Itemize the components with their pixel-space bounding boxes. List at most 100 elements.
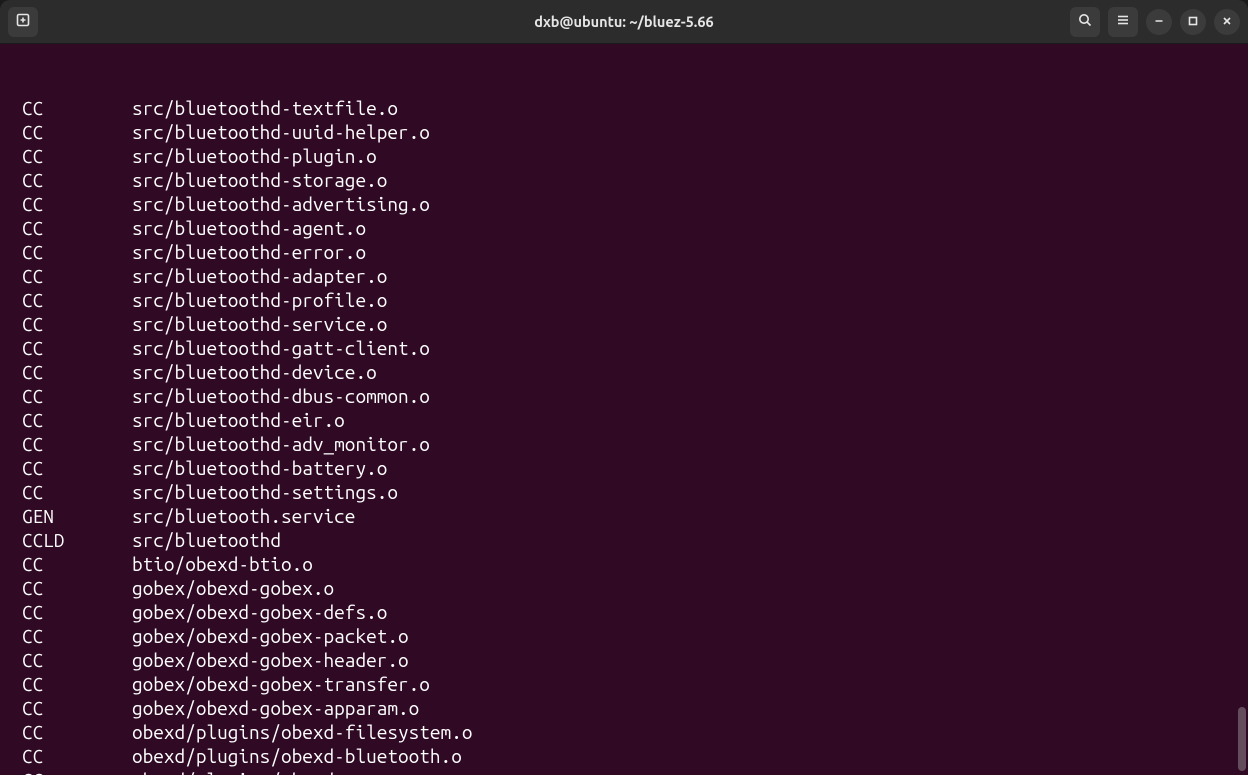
output-line: CCgobex/obexd-gobex-header.o	[22, 648, 1240, 672]
compile-label: CC	[22, 288, 132, 312]
output-line: CCsrc/bluetoothd-uuid-helper.o	[22, 120, 1240, 144]
compile-path: src/bluetoothd-adapter.o	[132, 265, 387, 287]
compile-label: CC	[22, 456, 132, 480]
new-tab-icon	[15, 12, 31, 32]
output-line: GENsrc/bluetooth.service	[22, 504, 1240, 528]
compile-label: CC	[22, 384, 132, 408]
compile-label: CC	[22, 480, 132, 504]
output-line: CCobexd/plugins/obexd-bluetooth.o	[22, 744, 1240, 768]
new-tab-button[interactable]	[8, 7, 38, 37]
output-line: CCsrc/bluetoothd-device.o	[22, 360, 1240, 384]
compile-path: gobex/obexd-gobex-header.o	[132, 649, 409, 671]
compile-label: CC	[22, 144, 132, 168]
compile-path: gobex/obexd-gobex-apparam.o	[132, 697, 419, 719]
output-line: CCsrc/bluetoothd-eir.o	[22, 408, 1240, 432]
compile-label: CC	[22, 336, 132, 360]
output-line: CCsrc/bluetoothd-dbus-common.o	[22, 384, 1240, 408]
compile-path: gobex/obexd-gobex-defs.o	[132, 601, 387, 623]
compile-path: src/bluetoothd-battery.o	[132, 457, 387, 479]
compile-label: CC	[22, 96, 132, 120]
compile-label: CC	[22, 552, 132, 576]
output-line: CCsrc/bluetoothd-plugin.o	[22, 144, 1240, 168]
output-line: CCsrc/bluetoothd-adv_monitor.o	[22, 432, 1240, 456]
compile-label: CC	[22, 240, 132, 264]
compile-path: src/bluetoothd-advertising.o	[132, 193, 430, 215]
compile-path: src/bluetoothd-settings.o	[132, 481, 398, 503]
compile-label: CC	[22, 672, 132, 696]
output-line: CCgobex/obexd-gobex-packet.o	[22, 624, 1240, 648]
output-line: CCsrc/bluetoothd-gatt-client.o	[22, 336, 1240, 360]
compile-path: obexd/plugins/obexd-bluetooth.o	[132, 745, 462, 767]
minimize-icon	[1153, 13, 1165, 31]
output-line: CCsrc/bluetoothd-battery.o	[22, 456, 1240, 480]
menu-button[interactable]	[1108, 7, 1138, 37]
compile-path: src/bluetoothd-dbus-common.o	[132, 385, 430, 407]
compile-path: src/bluetoothd-eir.o	[132, 409, 345, 431]
compile-path: src/bluetoothd-plugin.o	[132, 145, 377, 167]
compile-path: obexd/plugins/obexd-opp.o	[132, 769, 398, 775]
output-line: CCgobex/obexd-gobex-transfer.o	[22, 672, 1240, 696]
compile-label: CC	[22, 216, 132, 240]
compile-label: CC	[22, 312, 132, 336]
compile-label: CC	[22, 576, 132, 600]
maximize-button[interactable]	[1180, 9, 1206, 35]
compile-label: CC	[22, 432, 132, 456]
compile-label: CCLD	[22, 528, 132, 552]
minimize-button[interactable]	[1146, 9, 1172, 35]
window-title: dxb@ubuntu: ~/bluez-5.66	[0, 13, 1248, 30]
compile-label: CC	[22, 720, 132, 744]
compile-label: CC	[22, 696, 132, 720]
output-line: CCobexd/plugins/obexd-opp.o	[22, 768, 1240, 775]
hamburger-icon	[1115, 12, 1131, 32]
titlebar: dxb@ubuntu: ~/bluez-5.66	[0, 0, 1248, 44]
compile-label: CC	[22, 600, 132, 624]
compile-path: src/bluetoothd-device.o	[132, 361, 377, 383]
scrollbar-thumb[interactable]	[1238, 707, 1246, 771]
compile-path: src/bluetoothd-adv_monitor.o	[132, 433, 430, 455]
terminal-window: dxb@ubuntu: ~/bluez-5.66	[0, 0, 1248, 775]
maximize-icon	[1187, 13, 1199, 31]
compile-label: CC	[22, 120, 132, 144]
compile-label: CC	[22, 192, 132, 216]
compile-path: src/bluetoothd	[132, 529, 281, 551]
compile-path: src/bluetoothd-error.o	[132, 241, 366, 263]
compile-path: btio/obexd-btio.o	[132, 553, 313, 575]
output-line: CCsrc/bluetoothd-storage.o	[22, 168, 1240, 192]
close-button[interactable]	[1214, 9, 1240, 35]
compile-path: gobex/obexd-gobex.o	[132, 577, 334, 599]
output-line: CCsrc/bluetoothd-service.o	[22, 312, 1240, 336]
compile-label: CC	[22, 768, 132, 775]
search-button[interactable]	[1070, 7, 1100, 37]
compile-label: CC	[22, 168, 132, 192]
compile-path: src/bluetoothd-service.o	[132, 313, 387, 335]
output-line: CCsrc/bluetoothd-advertising.o	[22, 192, 1240, 216]
output-line: CCsrc/bluetoothd-adapter.o	[22, 264, 1240, 288]
scrollbar[interactable]	[1236, 44, 1246, 775]
output-line: CCsrc/bluetoothd-agent.o	[22, 216, 1240, 240]
output-line: CCgobex/obexd-gobex-apparam.o	[22, 696, 1240, 720]
output-line: CCobexd/plugins/obexd-filesystem.o	[22, 720, 1240, 744]
output-line: CCgobex/obexd-gobex-defs.o	[22, 600, 1240, 624]
compile-path: src/bluetoothd-agent.o	[132, 217, 366, 239]
compile-label: GEN	[22, 504, 132, 528]
compile-label: CC	[22, 360, 132, 384]
compile-path: src/bluetoothd-uuid-helper.o	[132, 121, 430, 143]
output-line: CCsrc/bluetoothd-error.o	[22, 240, 1240, 264]
output-line: CCbtio/obexd-btio.o	[22, 552, 1240, 576]
output-line: CCgobex/obexd-gobex.o	[22, 576, 1240, 600]
output-line: CCsrc/bluetoothd-profile.o	[22, 288, 1240, 312]
output-line: CCsrc/bluetoothd-textfile.o	[22, 96, 1240, 120]
terminal-output[interactable]: CCsrc/bluetoothd-textfile.oCCsrc/bluetoo…	[0, 44, 1248, 775]
compile-path: src/bluetoothd-gatt-client.o	[132, 337, 430, 359]
close-icon	[1221, 13, 1233, 31]
compile-label: CC	[22, 264, 132, 288]
compile-label: CC	[22, 624, 132, 648]
compile-label: CC	[22, 408, 132, 432]
output-line: CCsrc/bluetoothd-settings.o	[22, 480, 1240, 504]
search-icon	[1077, 12, 1093, 32]
compile-path: src/bluetoothd-storage.o	[132, 169, 387, 191]
compile-label: CC	[22, 648, 132, 672]
output-line: CCLDsrc/bluetoothd	[22, 528, 1240, 552]
compile-label: CC	[22, 744, 132, 768]
compile-path: obexd/plugins/obexd-filesystem.o	[132, 721, 472, 743]
